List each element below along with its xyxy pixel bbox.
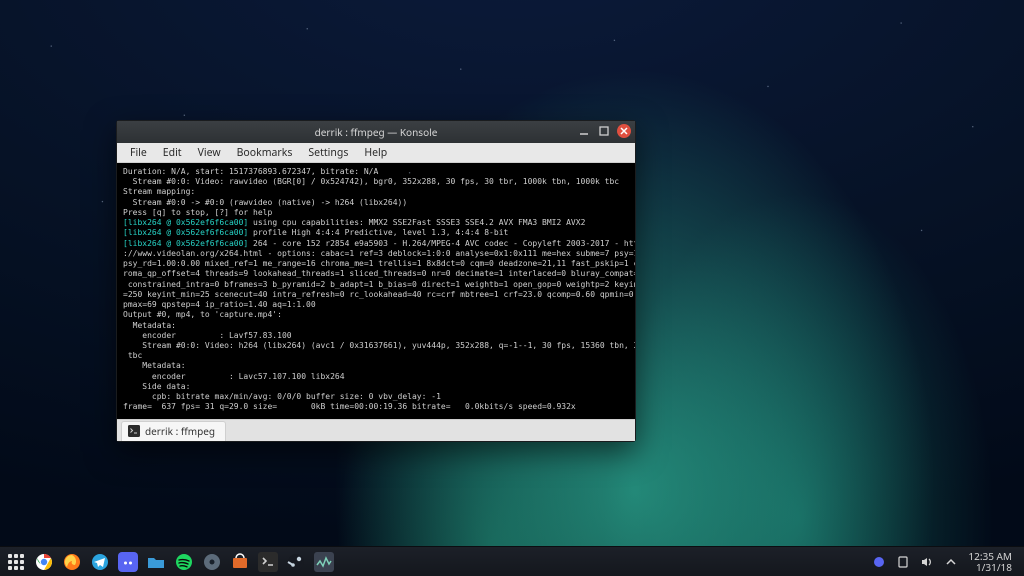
term-line: Stream #0:0 -> #0:0 (rawvideo (native) -… <box>123 198 407 207</box>
term-line: Metadata: <box>123 361 186 370</box>
menu-help[interactable]: Help <box>357 144 394 162</box>
spotify-icon[interactable] <box>174 552 194 572</box>
sysmon-icon[interactable] <box>314 552 334 572</box>
term-line: Stream mapping: <box>123 187 195 196</box>
menu-view[interactable]: View <box>191 144 228 162</box>
tab-label: derrik : ffmpeg <box>145 424 215 438</box>
term-tag: [libx264 @ 0x562ef6f6ca00] <box>123 218 248 227</box>
term-line: profile High 4:4:4 Predictive, level 1.3… <box>248 228 508 237</box>
volume-icon[interactable] <box>920 555 934 569</box>
telegram-icon[interactable] <box>90 552 110 572</box>
taskbar-pinned-apps <box>34 552 334 572</box>
discord-tray-icon[interactable] <box>872 555 886 569</box>
system-tray: 12:35 AM 1/31/18 <box>872 551 1012 572</box>
minimize-button[interactable] <box>577 124 591 138</box>
steam-icon[interactable] <box>286 552 306 572</box>
term-line: encoder : Lavc57.107.100 libx264 <box>123 372 345 381</box>
close-button[interactable] <box>617 124 631 138</box>
terminal-viewport[interactable]: Duration: N/A, start: 1517376893.672347,… <box>117 163 635 419</box>
term-line: Stream #0:0: Video: rawvideo (BGR[0] / 0… <box>123 177 619 186</box>
term-line: Stream #0:0: Video: h264 (libx264) (avc1… <box>123 341 635 350</box>
maximize-button[interactable] <box>597 124 611 138</box>
term-line: Press [q] to stop, [?] for help <box>123 208 272 217</box>
clock-date: 1/31/18 <box>968 562 1012 573</box>
app-launcher[interactable] <box>6 552 26 572</box>
term-line: =250 keyint_min=25 scenecut=40 intra_ref… <box>123 290 635 299</box>
terminal-icon[interactable] <box>258 552 278 572</box>
term-line: tbc <box>123 351 142 360</box>
window-titlebar[interactable]: derrik : ffmpeg — Konsole <box>117 121 635 143</box>
firefox-icon[interactable] <box>62 552 82 572</box>
term-line: roma_qp_offset=4 threads=9 lookahead_thr… <box>123 269 635 278</box>
term-line: Metadata: <box>123 321 176 330</box>
terminal-tab[interactable]: derrik : ffmpeg <box>121 421 226 441</box>
settings-icon[interactable] <box>202 552 222 572</box>
menu-settings[interactable]: Settings <box>301 144 355 162</box>
term-line: using cpu capabilities: MMX2 SSE2Fast SS… <box>248 218 585 227</box>
terminal-icon <box>128 425 140 437</box>
term-line: 264 - core 152 r2854 e9a5903 - H.264/MPE… <box>248 239 635 248</box>
menu-edit[interactable]: Edit <box>156 144 189 162</box>
term-line: frame= 637 fps= 31 q=29.0 size= 0kB time… <box>123 402 576 411</box>
chrome-icon[interactable] <box>34 552 54 572</box>
clipboard-tray-icon[interactable] <box>896 555 910 569</box>
term-line: pmax=69 qpstep=4 ip_ratio=1.40 aq=1:1.00 <box>123 300 316 309</box>
term-tag: [libx264 @ 0x562ef6f6ca00] <box>123 228 248 237</box>
term-line: Output #0, mp4, to 'capture.mp4': <box>123 310 282 319</box>
bottom-panel: 12:35 AM 1/31/18 <box>0 546 1024 576</box>
store-icon[interactable] <box>230 552 250 572</box>
term-line: Duration: N/A, start: 1517376893.672347,… <box>123 167 378 176</box>
files-icon[interactable] <box>146 552 166 572</box>
term-line: psy_rd=1.00:0.00 mixed_ref=1 me_range=16… <box>123 259 635 268</box>
term-tag: [libx264 @ 0x562ef6f6ca00] <box>123 239 248 248</box>
term-line: Side data: <box>123 382 190 391</box>
menubar: File Edit View Bookmarks Settings Help <box>117 143 635 163</box>
desktop-wallpaper: derrik : ffmpeg — Konsole File Edit View… <box>0 0 1024 576</box>
konsole-window[interactable]: derrik : ffmpeg — Konsole File Edit View… <box>116 120 636 442</box>
clock[interactable]: 12:35 AM 1/31/18 <box>968 551 1012 572</box>
tab-bar: derrik : ffmpeg <box>117 419 635 441</box>
chevron-up-icon[interactable] <box>944 555 958 569</box>
term-line: constrained_intra=0 bframes=3 b_pyramid=… <box>123 280 635 289</box>
menu-file[interactable]: File <box>123 144 154 162</box>
discord-icon[interactable] <box>118 552 138 572</box>
term-line: ://www.videolan.org/x264.html - options:… <box>123 249 635 258</box>
menu-bookmarks[interactable]: Bookmarks <box>230 144 300 162</box>
term-line: cpb: bitrate max/min/avg: 0/0/0 buffer s… <box>123 392 441 401</box>
term-line: encoder : Lavf57.83.100 <box>123 331 292 340</box>
window-title: derrik : ffmpeg — Konsole <box>315 125 438 139</box>
